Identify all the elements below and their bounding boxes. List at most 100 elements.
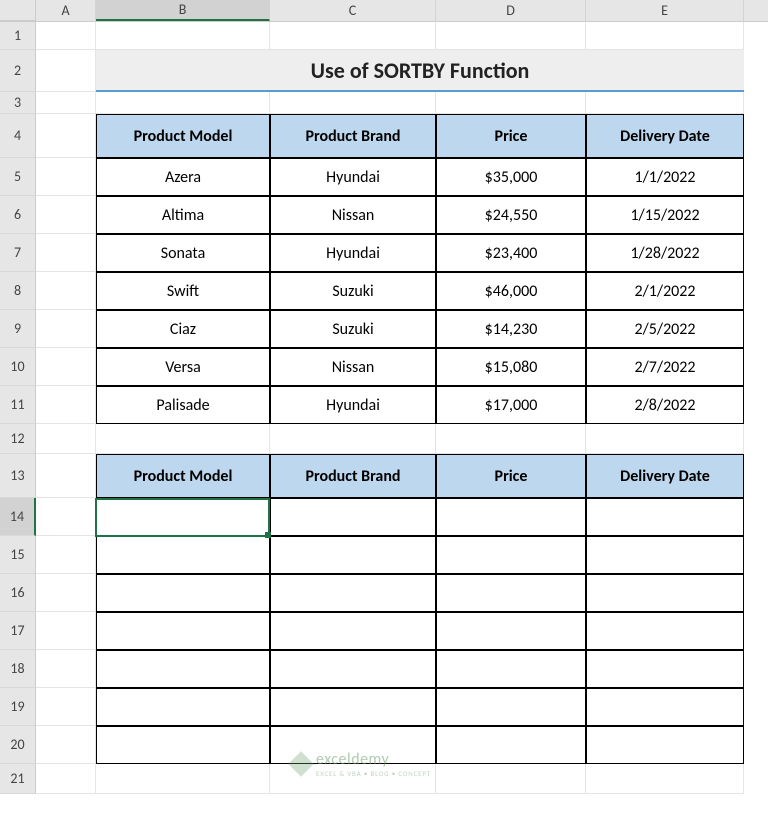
row-header-19[interactable]: 19 (0, 688, 36, 726)
cell[interactable] (36, 454, 96, 498)
cell[interactable] (96, 92, 270, 114)
table-row[interactable] (270, 574, 436, 612)
row-header-20[interactable]: 20 (0, 726, 36, 764)
table2-header-brand[interactable]: Product Brand (270, 454, 436, 498)
table-row[interactable] (586, 688, 744, 726)
cell[interactable] (36, 22, 96, 50)
cell[interactable] (36, 196, 96, 234)
table-row[interactable] (270, 650, 436, 688)
table-row[interactable]: 1/1/2022 (586, 158, 744, 196)
table-row[interactable]: Nissan (270, 196, 436, 234)
table-row[interactable] (270, 536, 436, 574)
table-row[interactable]: 1/28/2022 (586, 234, 744, 272)
select-all-corner[interactable] (0, 0, 36, 21)
cell[interactable] (36, 536, 96, 574)
row-header-2[interactable]: 2 (0, 50, 36, 92)
row-header-8[interactable]: 8 (0, 272, 36, 310)
table-row[interactable] (96, 726, 270, 764)
table1-header-date[interactable]: Delivery Date (586, 114, 744, 158)
table-row[interactable]: Sonata (96, 234, 270, 272)
table2-header-price[interactable]: Price (436, 454, 586, 498)
table-row[interactable] (96, 536, 270, 574)
table1-header-price[interactable]: Price (436, 114, 586, 158)
table-row[interactable]: $23,400 (436, 234, 586, 272)
table-row[interactable]: 2/5/2022 (586, 310, 744, 348)
cell[interactable] (36, 498, 96, 536)
table-row[interactable] (96, 650, 270, 688)
table-row[interactable] (96, 688, 270, 726)
table-row[interactable] (436, 726, 586, 764)
col-header-A[interactable]: A (36, 0, 96, 21)
cell[interactable] (36, 348, 96, 386)
row-header-9[interactable]: 9 (0, 310, 36, 348)
cell[interactable] (36, 50, 96, 92)
cell[interactable] (36, 688, 96, 726)
table-row[interactable]: Suzuki (270, 272, 436, 310)
cell[interactable] (36, 764, 96, 794)
table-row[interactable]: $15,080 (436, 348, 586, 386)
cell[interactable] (586, 764, 744, 794)
cell[interactable] (96, 424, 270, 454)
cell[interactable] (96, 764, 270, 794)
table-row[interactable] (96, 612, 270, 650)
row-header-16[interactable]: 16 (0, 574, 36, 612)
cell[interactable] (586, 424, 744, 454)
row-header-21[interactable]: 21 (0, 764, 36, 794)
cell[interactable] (270, 92, 436, 114)
cell[interactable] (270, 424, 436, 454)
cell[interactable] (36, 726, 96, 764)
table-row[interactable] (436, 612, 586, 650)
table-row[interactable] (436, 650, 586, 688)
table-row[interactable]: Nissan (270, 348, 436, 386)
table-row[interactable] (586, 612, 744, 650)
table-row[interactable] (96, 574, 270, 612)
row-header-4[interactable]: 4 (0, 114, 36, 158)
cell[interactable] (436, 424, 586, 454)
table-row[interactable] (270, 688, 436, 726)
table-row[interactable]: Ciaz (96, 310, 270, 348)
row-header-14[interactable]: 14 (0, 498, 36, 536)
col-header-C[interactable]: C (270, 0, 436, 21)
table-row[interactable] (586, 536, 744, 574)
table2-header-model[interactable]: Product Model (96, 454, 270, 498)
row-header-15[interactable]: 15 (0, 536, 36, 574)
table-row[interactable] (270, 612, 436, 650)
row-header-11[interactable]: 11 (0, 386, 36, 424)
table-row[interactable]: $14,230 (436, 310, 586, 348)
cell[interactable] (36, 574, 96, 612)
row-header-1[interactable]: 1 (0, 22, 36, 50)
cell[interactable] (436, 92, 586, 114)
col-header-D[interactable]: D (436, 0, 586, 21)
cell[interactable] (586, 92, 744, 114)
cell[interactable] (436, 764, 586, 794)
table-row[interactable]: 1/15/2022 (586, 196, 744, 234)
cell[interactable] (270, 764, 436, 794)
table-row[interactable]: Hyundai (270, 386, 436, 424)
row-header-17[interactable]: 17 (0, 612, 36, 650)
table-row[interactable]: $24,550 (436, 196, 586, 234)
cell[interactable] (36, 272, 96, 310)
col-header-B[interactable]: B (96, 0, 270, 21)
row-header-18[interactable]: 18 (0, 650, 36, 688)
title-banner[interactable]: Use of SORTBY Function (96, 50, 744, 92)
cell[interactable] (270, 22, 436, 50)
table-row[interactable] (436, 574, 586, 612)
cell[interactable] (586, 22, 744, 50)
cell[interactable] (36, 612, 96, 650)
table-row[interactable]: Palisade (96, 386, 270, 424)
cell[interactable] (36, 386, 96, 424)
table-row[interactable]: $46,000 (436, 272, 586, 310)
table-row[interactable]: 2/7/2022 (586, 348, 744, 386)
table-row[interactable]: 2/1/2022 (586, 272, 744, 310)
cell[interactable] (36, 424, 96, 454)
table-row[interactable]: 2/8/2022 (586, 386, 744, 424)
table1-header-brand[interactable]: Product Brand (270, 114, 436, 158)
table2-header-date[interactable]: Delivery Date (586, 454, 744, 498)
row-header-3[interactable]: 3 (0, 92, 36, 114)
table-row[interactable]: Versa (96, 348, 270, 386)
cell[interactable] (36, 114, 96, 158)
table-row[interactable] (586, 574, 744, 612)
cell[interactable] (36, 158, 96, 196)
table-row[interactable]: Suzuki (270, 310, 436, 348)
table-row[interactable] (586, 498, 744, 536)
